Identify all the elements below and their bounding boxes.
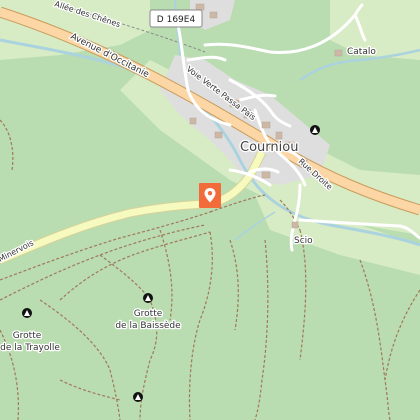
- location-marker[interactable]: [199, 183, 221, 208]
- cave-icon[interactable]: [133, 392, 143, 402]
- place-label-catalo: Catalo: [347, 47, 376, 57]
- place-label-courniou: Courniou: [240, 140, 298, 155]
- cave-icon[interactable]: [22, 308, 32, 318]
- place-label-scio: Scio: [294, 236, 313, 246]
- cave-label-trayolle-2: de la Trayolle: [0, 343, 60, 353]
- cave-icon[interactable]: [310, 125, 320, 135]
- cave-label-baissede-1: Grotte: [134, 309, 163, 319]
- cave-label-baissede-2: de la Baissède: [115, 320, 181, 331]
- road-ref-label: D 169E4: [157, 15, 196, 25]
- cave-label-trayolle-1: Grotte: [13, 331, 42, 341]
- cave-icon[interactable]: [143, 293, 153, 303]
- map-canvas[interactable]: D 169E4 Allée des Chênes Avenue d'Occita…: [0, 0, 420, 420]
